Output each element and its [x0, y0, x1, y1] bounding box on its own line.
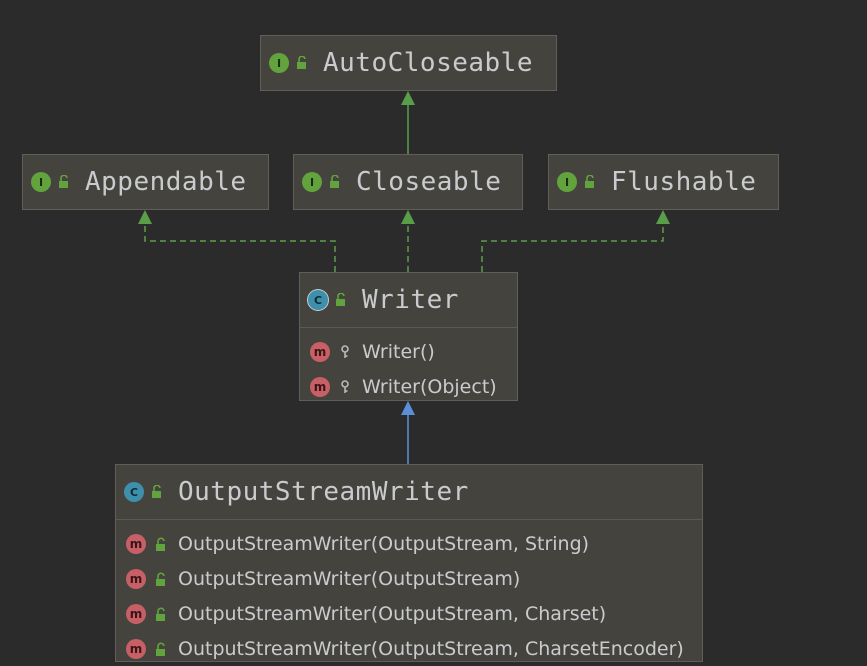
public-lock-icon — [297, 56, 306, 69]
protected-key-icon — [341, 344, 349, 358]
member-list: m OutputStreamWriter(OutputStream, Strin… — [116, 519, 702, 666]
edge-writer-appendable — [138, 210, 336, 272]
method-icon: m — [126, 568, 146, 589]
public-lock-icon — [156, 571, 165, 586]
member-row[interactable]: m OutputStreamWriter(OutputStream, Chars… — [126, 631, 702, 666]
member-row[interactable]: m Writer(Object) — [310, 369, 517, 404]
flushable-node[interactable]: I Flushable — [548, 154, 779, 210]
edge-writer-closeable — [401, 210, 415, 272]
node-title: Closeable — [356, 167, 502, 197]
public-lock-icon — [330, 175, 339, 188]
public-lock-icon — [59, 175, 68, 188]
interface-icon: I — [302, 172, 322, 192]
member-label: Writer(Object) — [362, 375, 497, 398]
node-title: Writer — [362, 285, 459, 315]
member-list: m Writer() m Writer(Object) — [300, 327, 517, 404]
abstract-class-icon: C — [308, 290, 328, 310]
member-row[interactable]: m OutputStreamWriter(OutputStream) — [126, 561, 702, 596]
member-row[interactable]: m Writer() — [310, 334, 517, 369]
method-icon: m — [126, 603, 146, 624]
node-title: OutputStreamWriter — [178, 477, 469, 507]
public-lock-icon — [156, 606, 165, 621]
method-icon: m — [126, 533, 146, 554]
public-lock-icon — [152, 485, 161, 498]
autocloseable-node[interactable]: I AutoCloseable — [260, 35, 557, 91]
class-icon: C — [124, 482, 144, 502]
member-row[interactable]: m OutputStreamWriter(OutputStream, Chars… — [126, 596, 702, 631]
member-label: OutputStreamWriter(OutputStream) — [178, 567, 521, 590]
appendable-node[interactable]: I Appendable — [22, 154, 269, 210]
edge-outputstreamwriter-writer — [401, 401, 415, 464]
interface-icon: I — [269, 53, 289, 73]
writer-node[interactable]: C Writer m Writer() m Writer(Object) — [299, 272, 518, 401]
interface-icon: I — [557, 172, 577, 192]
edge-closeable-autocloseable — [401, 91, 415, 154]
member-label: OutputStreamWriter(OutputStream, Charset… — [178, 637, 684, 660]
public-lock-icon — [336, 293, 345, 306]
public-lock-icon — [156, 641, 165, 656]
interface-icon: I — [31, 172, 51, 192]
member-label: OutputStreamWriter(OutputStream, String) — [178, 532, 590, 555]
node-title: Flushable — [611, 167, 757, 197]
member-label: Writer() — [362, 340, 435, 363]
method-icon: m — [310, 341, 330, 362]
protected-key-icon — [341, 379, 349, 393]
edge-writer-flushable — [481, 210, 670, 272]
member-row[interactable]: m OutputStreamWriter(OutputStream, Strin… — [126, 526, 702, 561]
outputstreamwriter-node[interactable]: C OutputStreamWriter m OutputStreamWrite… — [115, 464, 703, 662]
node-title: AutoCloseable — [323, 48, 533, 78]
public-lock-icon — [156, 536, 165, 551]
method-icon: m — [126, 638, 146, 659]
method-icon: m — [310, 376, 330, 397]
public-lock-icon — [585, 175, 594, 188]
closeable-node[interactable]: I Closeable — [293, 154, 523, 210]
node-title: Appendable — [85, 167, 247, 197]
member-label: OutputStreamWriter(OutputStream, Charset… — [178, 602, 607, 625]
